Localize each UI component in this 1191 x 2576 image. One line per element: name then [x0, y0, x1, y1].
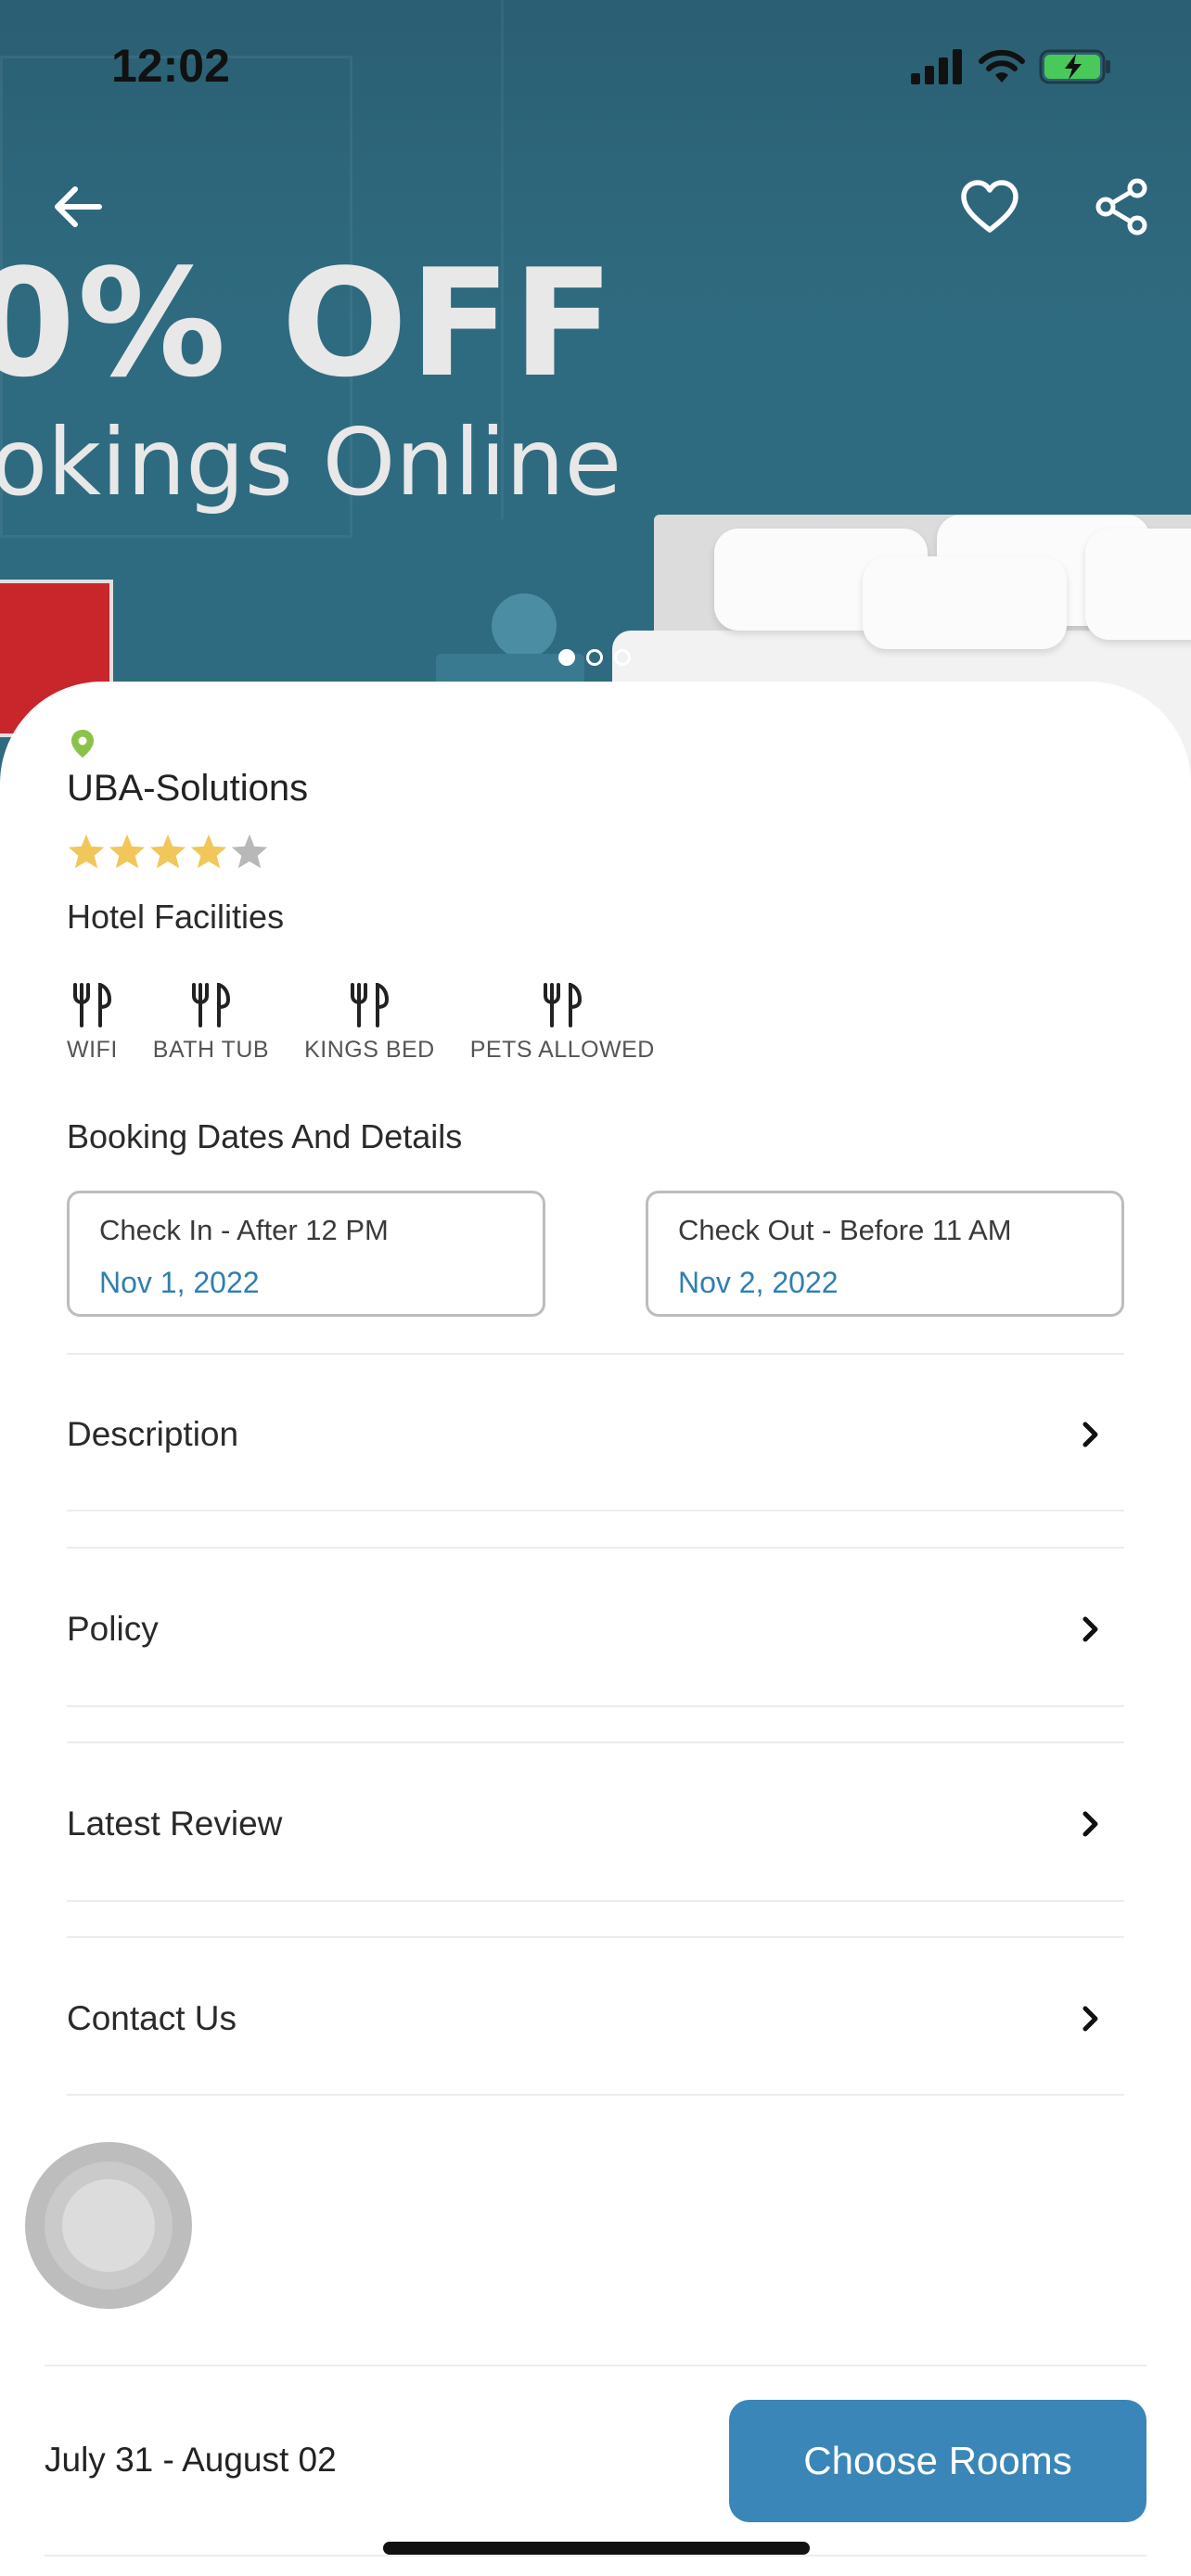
facility-item: WIFI — [67, 983, 118, 1064]
carousel-dot[interactable] — [614, 649, 631, 666]
back-button[interactable] — [41, 170, 115, 244]
facility-item: KINGS BED — [304, 983, 435, 1064]
divider — [67, 1900, 1124, 1902]
chevron-right-icon — [1072, 1805, 1109, 1843]
check-in-date: Nov 1, 2022 — [99, 1266, 260, 1299]
row-label: Latest Review — [67, 1804, 283, 1843]
star-rating — [67, 833, 269, 870]
hotel-name: UBA-Solutions — [67, 768, 309, 809]
carousel-dots[interactable] — [558, 649, 631, 666]
star-filled-icon — [68, 834, 105, 869]
facility-label: KINGS BED — [304, 1037, 435, 1063]
divider — [67, 1741, 1124, 1743]
divider — [67, 1547, 1124, 1549]
carousel-dot[interactable] — [558, 649, 575, 666]
status-bar: 12:02 — [0, 0, 1191, 130]
facility-label: WIFI — [67, 1037, 118, 1063]
assistive-touch-ring — [45, 2162, 173, 2289]
latest-review-row[interactable]: Latest Review — [67, 1745, 1124, 1903]
fork-knife-icon — [544, 983, 583, 1027]
facilities-title: Hotel Facilities — [67, 898, 285, 936]
heart-icon — [961, 180, 1018, 233]
selected-date-range: July 31 - August 02 — [45, 2441, 337, 2479]
location-pin-icon[interactable] — [67, 728, 98, 759]
clock-decoration — [492, 593, 557, 658]
wifi-icon — [979, 49, 1025, 83]
star-filled-icon — [109, 834, 146, 869]
star-empty-icon — [231, 834, 268, 869]
promo-text-line2: okings Online — [0, 408, 622, 516]
booking-title: Booking Dates And Details — [67, 1117, 463, 1155]
battery-charging-icon — [1039, 49, 1110, 84]
check-out-label: Check Out - Before 11 AM — [678, 1214, 1012, 1246]
home-indicator[interactable] — [383, 2542, 810, 2555]
row-label: Policy — [67, 1610, 159, 1648]
facilities-list: WIFI BATH TUB KINGS BED PETS ALLOWED — [67, 983, 690, 1064]
row-label: Description — [67, 1415, 239, 1453]
chevron-right-icon — [1072, 1611, 1109, 1648]
fork-knife-icon — [73, 983, 112, 1027]
chevron-right-icon — [1072, 1416, 1109, 1453]
row-label: Contact Us — [67, 1999, 237, 2037]
facility-label: BATH TUB — [152, 1037, 270, 1063]
share-button[interactable] — [1085, 170, 1159, 244]
divider — [67, 2094, 1124, 2096]
fork-knife-icon — [351, 983, 390, 1027]
check-in-field[interactable]: Check In - After 12 PM Nov 1, 2022 — [67, 1191, 545, 1317]
divider — [67, 1705, 1124, 1707]
policy-row[interactable]: Policy — [67, 1550, 1124, 1708]
facility-label: PETS ALLOWED — [469, 1037, 655, 1063]
arrow-left-icon — [55, 186, 102, 227]
facility-item: PETS ALLOWED — [470, 983, 655, 1064]
footer-divider — [45, 2365, 1146, 2366]
choose-rooms-button[interactable]: Choose Rooms — [729, 2400, 1146, 2522]
divider — [67, 1353, 1124, 1355]
share-icon — [1095, 178, 1147, 236]
pillow-decoration — [1085, 529, 1191, 640]
check-in-label: Check In - After 12 PM — [99, 1214, 389, 1246]
pillow-decoration — [863, 556, 1067, 649]
status-icons — [911, 48, 1113, 85]
divider — [67, 1936, 1124, 1938]
check-out-date: Nov 2, 2022 — [678, 1266, 839, 1299]
facility-item: BATH TUB — [153, 983, 269, 1064]
assistive-touch-button[interactable] — [25, 2142, 192, 2309]
chevron-right-icon — [1072, 2000, 1109, 2037]
carousel-dot[interactable] — [586, 649, 603, 666]
signal-icon — [911, 49, 962, 84]
star-filled-icon — [149, 834, 186, 869]
divider — [67, 1510, 1124, 1511]
check-out-field[interactable]: Check Out - Before 11 AM Nov 2, 2022 — [646, 1191, 1124, 1317]
contact-us-row[interactable]: Contact Us — [67, 1940, 1124, 2098]
favorite-button[interactable] — [953, 170, 1027, 244]
promo-text-line1: 0% OFF — [0, 236, 616, 410]
fork-knife-icon — [192, 983, 231, 1027]
footer-divider — [45, 2555, 1146, 2557]
status-time: 12:02 — [111, 40, 230, 92]
description-row[interactable]: Description — [67, 1356, 1124, 1513]
assistive-touch-core — [62, 2179, 155, 2272]
star-filled-icon — [190, 834, 227, 869]
